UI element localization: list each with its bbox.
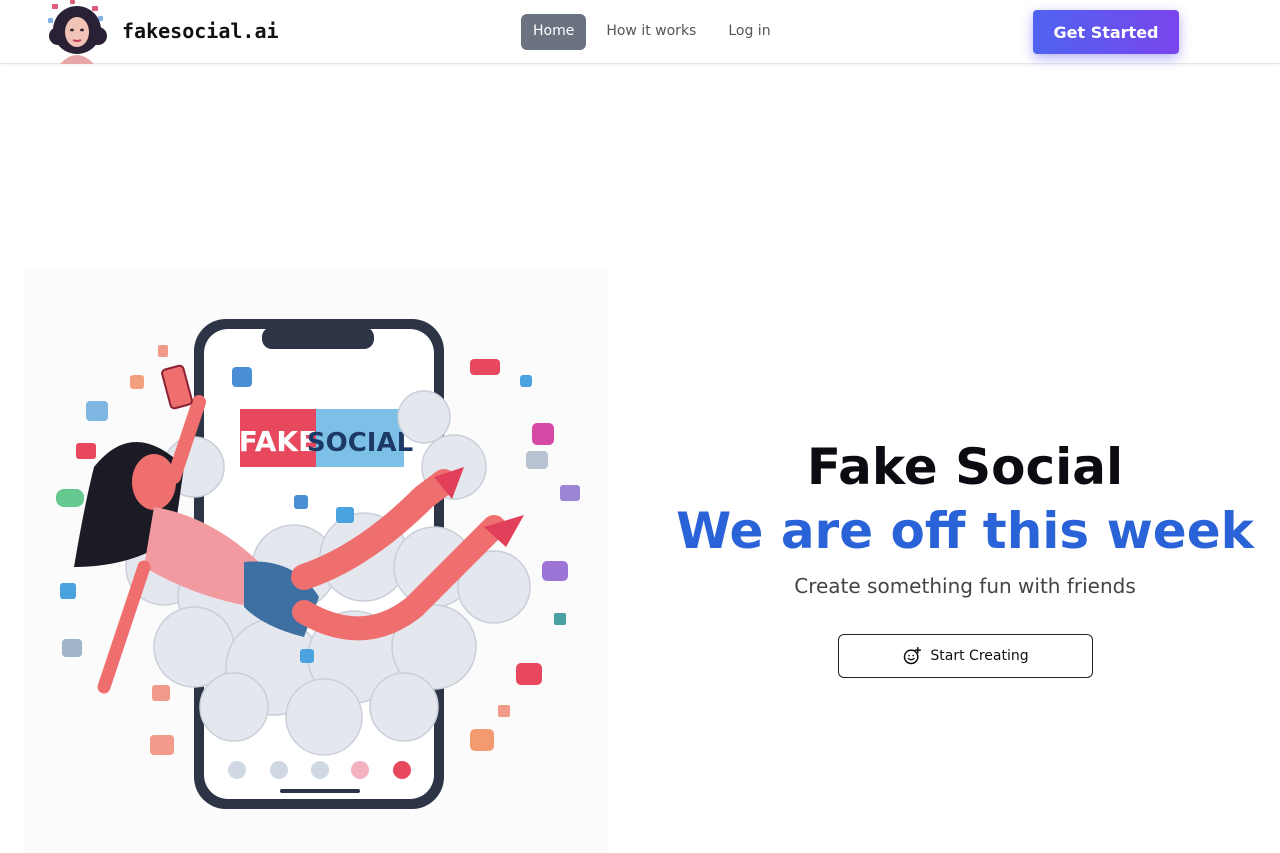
start-creating-button[interactable]: Start Creating (838, 634, 1093, 678)
nav-home[interactable]: Home (521, 14, 587, 50)
hero-tagline: Create something fun with friends (794, 574, 1136, 598)
woman-avatar-logo-icon[interactable] (46, 0, 110, 64)
brand-name[interactable]: fakesocial.ai (122, 19, 279, 43)
main-nav: Home How it works Log in (521, 14, 791, 50)
top-nav-bar: fakesocial.ai Home How it works Log in G… (0, 0, 1280, 64)
phone-logo-fake: FAKE (239, 425, 317, 458)
start-creating-label: Start Creating (930, 648, 1029, 664)
nav-log-in[interactable]: Log in (716, 14, 782, 50)
hero-subtitle: We are off this week (676, 502, 1254, 560)
get-started-button[interactable]: Get Started (1033, 10, 1179, 54)
phone-logo-social: SOCIAL (307, 428, 413, 458)
hero-illustration: FAKE SOCIAL (24, 267, 608, 851)
smile-plus-icon (904, 646, 922, 665)
nav-how-it-works[interactable]: How it works (594, 14, 708, 50)
hero-title: Fake Social (806, 438, 1124, 496)
